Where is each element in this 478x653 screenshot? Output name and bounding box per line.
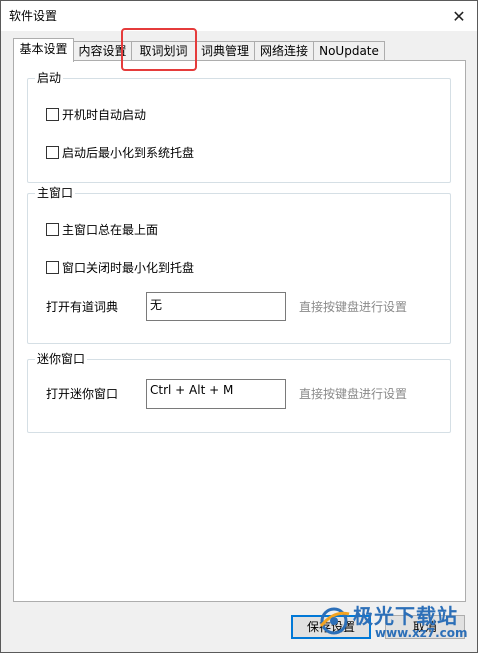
minimize-to-tray-checkbox[interactable] [46,146,59,159]
open-mini-window-hotkey-hint: 直接按键盘进行设置 [299,387,408,401]
minimize-to-tray-checkbox-row[interactable]: 启动后最小化到系统托盘 [46,144,194,161]
tab-noupdate[interactable]: NoUpdate [313,41,385,61]
title-bar: 软件设置 ✕ [1,1,477,31]
always-on-top-checkbox[interactable] [46,223,59,236]
autostart-checkbox-row[interactable]: 开机时自动启动 [46,106,146,123]
tab-dictionary-management[interactable]: 词典管理 [195,41,255,61]
open-dictionary-hotkey-hint: 直接按键盘进行设置 [299,300,408,314]
startup-group: 启动 开机时自动启动 启动后最小化到系统托盘 [27,70,451,183]
mini-window-group-title: 迷你窗口 [35,351,88,367]
always-on-top-label: 主窗口总在最上面 [62,223,159,237]
minimize-to-tray-label: 启动后最小化到系统托盘 [62,146,195,160]
close-to-tray-label: 窗口关闭时最小化到托盘 [62,261,195,275]
open-mini-window-hotkey-input[interactable]: Ctrl + Alt + M [146,379,286,409]
highlight-box [121,28,197,71]
main-window-group: 主窗口 主窗口总在最上面 窗口关闭时最小化到托盘 打开有道词典 无 直接按键盘进… [27,185,451,344]
watermark-url: www.xz7.com [375,626,468,640]
always-on-top-checkbox-row[interactable]: 主窗口总在最上面 [46,221,158,238]
main-window-group-title: 主窗口 [35,185,76,201]
autostart-checkbox[interactable] [46,108,59,121]
watermark-brand: 极光下载站 [353,604,458,628]
close-button[interactable]: ✕ [441,1,477,31]
startup-group-title: 启动 [35,70,64,86]
autostart-label: 开机时自动启动 [62,108,147,122]
watermark: 极光下载站 www.xz7.com [317,598,468,646]
window-title: 软件设置 [9,9,58,23]
close-to-tray-checkbox-row[interactable]: 窗口关闭时最小化到托盘 [46,259,194,276]
tab-basic-settings[interactable]: 基本设置 [13,38,74,62]
settings-dialog: 软件设置 ✕ 基本设置 内容设置 取词划词 词典管理 网络连接 NoUpdate… [0,0,478,653]
tab-network[interactable]: 网络连接 [254,41,314,61]
open-dictionary-hotkey-label: 打开有道词典 [46,300,119,314]
basic-settings-panel: 启动 开机时自动启动 启动后最小化到系统托盘 主窗口 主窗口总在最上面 窗口关闭… [13,60,466,602]
close-to-tray-checkbox[interactable] [46,261,59,274]
open-dictionary-hotkey-input[interactable]: 无 [146,292,286,321]
mini-window-group: 迷你窗口 打开迷你窗口 Ctrl + Alt + M 直接按键盘进行设置 [27,351,451,433]
watermark-logo-icon [319,607,350,635]
open-mini-window-hotkey-label: 打开迷你窗口 [46,387,119,401]
